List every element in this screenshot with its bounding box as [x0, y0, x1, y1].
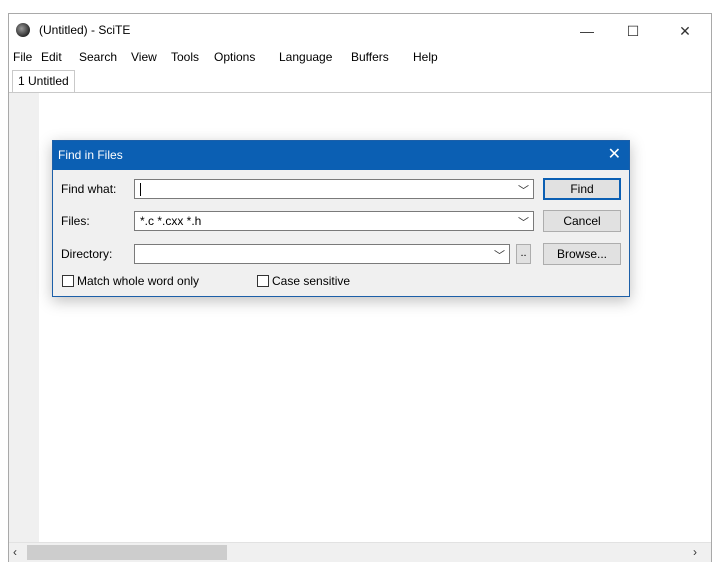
horizontal-scrollbar[interactable]: ‹ ›: [9, 542, 711, 562]
checkbox-box[interactable]: [257, 275, 269, 287]
chevron-down-icon[interactable]: ﹀: [494, 247, 505, 263]
find-in-files-dialog: Find in Files ✕ Find what: ﹀ Find Files:…: [52, 140, 630, 297]
chevron-down-icon[interactable]: ﹀: [518, 214, 529, 230]
minimize-icon[interactable]: —: [564, 14, 610, 48]
menu-file[interactable]: File: [13, 50, 32, 64]
find-what-input[interactable]: ﹀: [134, 179, 534, 199]
dialog-title-bar[interactable]: Find in Files ✕: [53, 141, 629, 170]
match-whole-word-label: Match whole word only: [77, 274, 200, 288]
close-icon[interactable]: ✕: [608, 146, 621, 164]
title-bar[interactable]: (Untitled) - SciTE — ☐ ✕: [9, 14, 711, 48]
directory-input[interactable]: ﹀: [134, 244, 510, 264]
case-sensitive-label: Case sensitive: [272, 274, 351, 288]
files-input[interactable]: *.c *.cxx *.h ﹀: [134, 211, 534, 231]
window-title: (Untitled) - SciTE: [39, 23, 131, 37]
match-whole-word-checkbox[interactable]: Match whole word only: [62, 274, 199, 288]
menu-search[interactable]: Search: [79, 50, 117, 64]
chevron-right-icon[interactable]: ›: [693, 544, 705, 561]
chevron-down-icon[interactable]: ﹀: [518, 182, 529, 198]
scite-app-icon[interactable]: [16, 23, 30, 37]
menu-help[interactable]: Help: [413, 50, 438, 64]
menu-options[interactable]: Options: [214, 50, 255, 64]
menu-view[interactable]: View: [131, 50, 157, 64]
menu-tools[interactable]: Tools: [171, 50, 199, 64]
find-button[interactable]: Find: [543, 178, 621, 200]
menu-language[interactable]: Language: [279, 50, 332, 64]
chevron-left-icon[interactable]: ‹: [13, 544, 25, 561]
menu-bar: File Edit Search View Tools Options Lang…: [9, 48, 711, 68]
line-number-margin: [9, 93, 39, 543]
directory-label: Directory:: [61, 247, 113, 261]
text-caret: [140, 183, 141, 196]
files-value: *.c *.cxx *.h: [140, 214, 202, 228]
close-icon[interactable]: ✕: [662, 14, 708, 48]
menu-edit[interactable]: Edit: [41, 50, 62, 64]
parent-directory-button[interactable]: ..: [516, 244, 531, 264]
find-what-label: Find what:: [61, 182, 117, 196]
dialog-title: Find in Files: [58, 148, 123, 162]
case-sensitive-checkbox[interactable]: Case sensitive: [257, 274, 350, 288]
tab-untitled[interactable]: 1 Untitled: [12, 70, 75, 92]
maximize-icon[interactable]: ☐: [610, 14, 656, 48]
checkbox-box[interactable]: [62, 275, 74, 287]
cancel-button[interactable]: Cancel: [543, 210, 621, 232]
browse-button[interactable]: Browse...: [543, 243, 621, 265]
scrollbar-thumb[interactable]: [27, 545, 227, 560]
files-label: Files:: [61, 214, 90, 228]
tab-bar: 1 Untitled: [9, 68, 711, 93]
menu-buffers[interactable]: Buffers: [351, 50, 389, 64]
